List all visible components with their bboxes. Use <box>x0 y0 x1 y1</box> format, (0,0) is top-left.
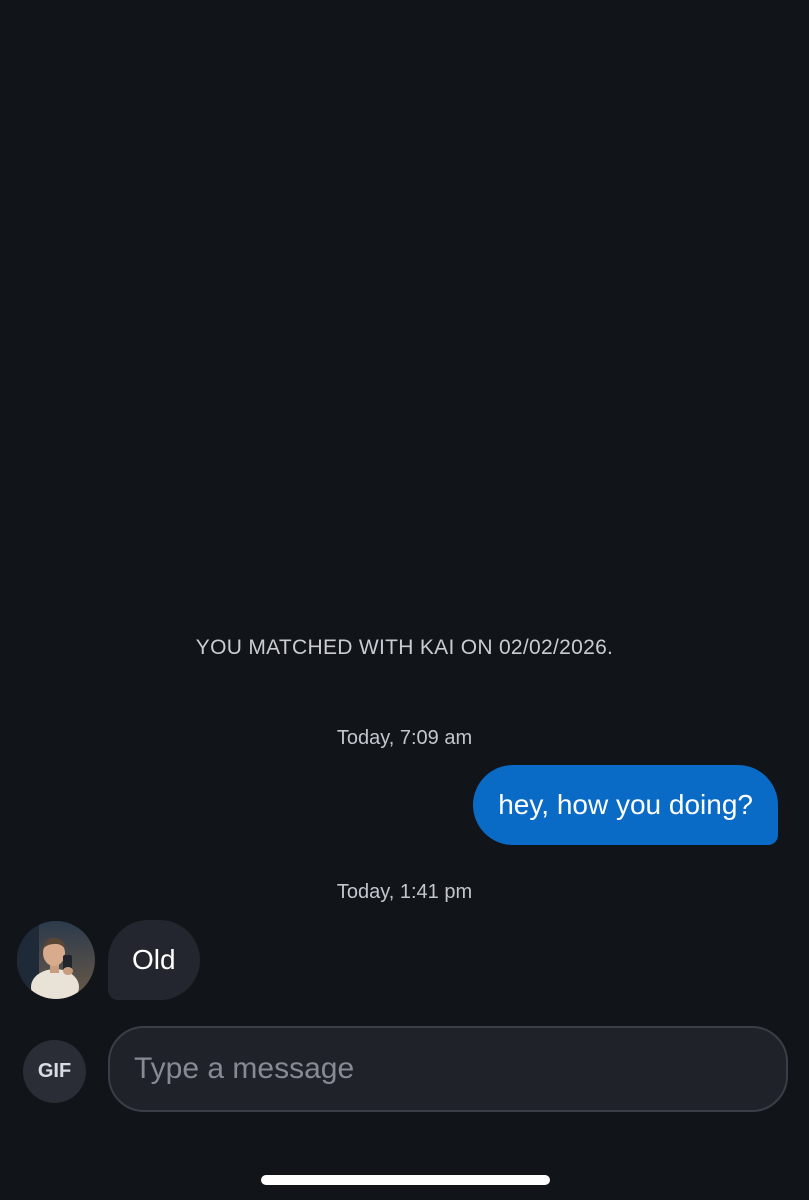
incoming-message-bubble[interactable]: Old <box>108 920 200 1000</box>
message-timestamp: Today, 1:41 pm <box>336 881 473 903</box>
incoming-message-row: Old <box>17 920 200 1000</box>
contact-avatar[interactable] <box>17 921 95 999</box>
home-indicator[interactable] <box>261 1175 550 1185</box>
chat-thread: YOU MATCHED WITH KAI ON 02/02/2026. Toda… <box>0 0 809 1010</box>
gif-button[interactable]: GIF <box>23 1040 86 1103</box>
message-composer: GIF <box>0 1010 809 1130</box>
match-notice: YOU MATCHED WITH KAI ON 02/02/2026. <box>195 636 614 659</box>
outgoing-message-bubble[interactable]: hey, how you doing? <box>473 765 778 845</box>
message-input[interactable] <box>108 1026 788 1112</box>
avatar-photo-icon <box>17 921 95 999</box>
message-timestamp: Today, 7:09 am <box>336 727 473 749</box>
